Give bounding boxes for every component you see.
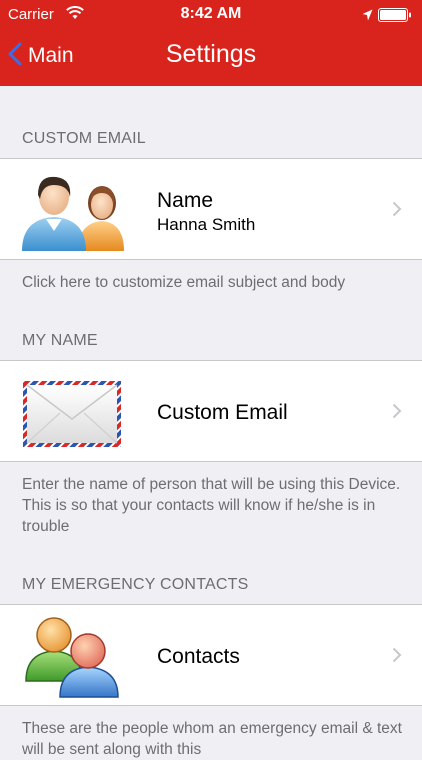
row-contacts[interactable]: Contacts (0, 604, 422, 706)
row-subtitle: Hanna Smith (157, 215, 256, 234)
status-time: 8:42 AM (180, 5, 242, 22)
battery-icon (378, 8, 412, 26)
contacts-icon (20, 613, 126, 699)
people-icon (20, 167, 126, 253)
row-title: Contacts (157, 645, 240, 668)
status-bar: Carrier 8:42 AM (0, 0, 422, 30)
navigation-bar: Main Settings (0, 30, 422, 86)
location-arrow-icon (362, 8, 373, 25)
top-bar: Carrier 8:42 AM Main Settings (0, 0, 422, 86)
section-header-emergency-contacts: MY EMERGENCY CONTACTS (22, 576, 249, 593)
row-name[interactable]: Name Hanna Smith (0, 158, 422, 260)
page-title: Settings (165, 40, 257, 68)
section-footer-custom-email: Click here to customize email subject an… (22, 274, 346, 291)
envelope-icon (20, 369, 126, 455)
section-header-custom-email: CUSTOM EMAIL (22, 130, 146, 147)
row-title: Custom Email (157, 401, 288, 424)
chevron-right-icon (392, 201, 402, 222)
chevron-right-icon (392, 647, 402, 668)
row-title: Name (157, 189, 214, 212)
section-footer-emergency-contacts: These are the people whom an emergency e… (22, 720, 402, 758)
section-footer-my-name: Enter the name of person that will be us… (22, 476, 401, 535)
chevron-right-icon (392, 403, 402, 424)
row-custom-email[interactable]: Custom Email (0, 360, 422, 462)
section-header-my-name: MY NAME (22, 332, 98, 349)
